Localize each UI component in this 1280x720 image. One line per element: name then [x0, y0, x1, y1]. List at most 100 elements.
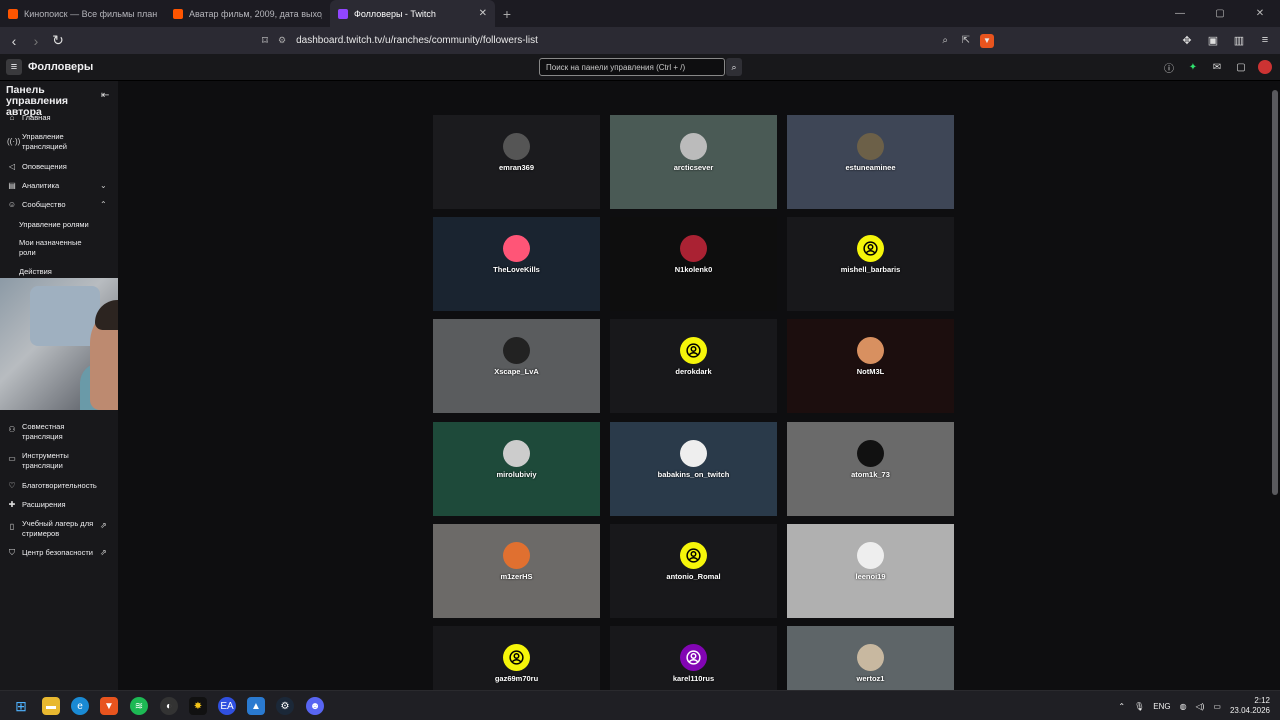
extensions-icon[interactable]: ✥ — [1178, 31, 1196, 49]
minimize-icon[interactable]: — — [1160, 0, 1200, 27]
reload-icon[interactable]: ↻ — [47, 30, 69, 52]
default-avatar-icon — [680, 644, 707, 671]
network-icon[interactable]: ◍ — [1180, 702, 1187, 711]
sidebar-item-stream-tools[interactable]: ▭ Инструменты трансляции — [0, 451, 118, 471]
user-avatar[interactable] — [1258, 60, 1272, 74]
follower-card[interactable]: antonio_Romal — [610, 524, 777, 618]
sidebar-item-charity[interactable]: ♡ Благотворительность — [0, 481, 118, 491]
brave-icon[interactable]: ▼ — [100, 697, 118, 715]
help-icon[interactable]: ⓘ — [1162, 60, 1176, 75]
browser-tab[interactable]: Кинопоиск — Все фильмы планеты — [0, 0, 165, 27]
bookmark-icon[interactable]: ⌑ — [254, 29, 276, 51]
chevron-up-icon: ⌃ — [100, 200, 107, 209]
sidebar-item-collab[interactable]: ⚇ Совместная трансляция — [0, 422, 118, 442]
battery-icon[interactable]: ▭ — [1213, 702, 1221, 711]
follower-name: antonio_Romal — [666, 572, 721, 581]
search-icon[interactable]: ⌕ — [726, 58, 742, 76]
megaphone-icon: ◁ — [8, 162, 16, 171]
shield-icon: ⛉ — [9, 548, 15, 557]
obs-icon[interactable]: ◐ — [160, 697, 178, 715]
dashboard-search-input[interactable]: Поиск на панели управления (Ctrl + /) — [539, 58, 725, 76]
follower-avatar — [503, 440, 530, 467]
site-info-icon[interactable]: ⚙ — [278, 35, 286, 46]
clock[interactable]: 2:12 23.04.2026 — [1230, 696, 1270, 716]
sidebar-item-home[interactable]: ⌂ Главная — [0, 113, 118, 123]
book-icon: ▯ — [9, 522, 15, 531]
menu-icon[interactable]: ≡ — [1256, 31, 1274, 49]
browser-tab[interactable]: Фолловеры - Twitch ✕ — [330, 0, 495, 27]
chevron-down-icon: ⌄ — [100, 181, 107, 190]
launcher-icon[interactable]: ▲ — [247, 697, 265, 715]
follower-card[interactable]: NotM3L — [787, 319, 954, 413]
brave-shield-icon[interactable]: ▼ — [980, 33, 994, 48]
tab-title: Фолловеры - Twitch — [354, 8, 436, 19]
url-field[interactable]: ⚙ dashboard.twitch.tv/u/ranches/communit… — [278, 31, 1000, 50]
follower-card[interactable]: N1kolenk0 — [610, 217, 777, 311]
follower-name: karel110rus — [672, 674, 715, 683]
follower-card[interactable]: derokdark — [610, 319, 777, 413]
sidebar-item-extensions[interactable]: ✚ Расширения — [0, 500, 118, 510]
follower-card[interactable]: gaz69m70ru — [433, 626, 600, 690]
follower-card[interactable]: karel110rus — [610, 626, 777, 690]
follower-avatar — [857, 337, 884, 364]
follower-avatar — [857, 644, 884, 671]
zoom-icon[interactable]: ⌕ — [942, 35, 948, 46]
follower-card[interactable]: mirolubiviy — [433, 422, 600, 516]
follower-card[interactable]: emran369 — [433, 115, 600, 209]
follower-card[interactable]: m1zerHS — [433, 524, 600, 618]
browser-tab[interactable]: Аватар фильм, 2009, дата выхода тр — [165, 0, 330, 27]
heart-icon: ♡ — [8, 481, 16, 490]
forward-icon[interactable]: › — [25, 30, 47, 52]
follower-name: atom1k_73 — [851, 470, 890, 479]
file-explorer-icon[interactable]: ▬ — [42, 697, 60, 715]
sidebar-subitem-roles[interactable]: Управление ролями — [19, 220, 115, 230]
sidebar-item-alerts[interactable]: ◁ Оповещения — [0, 162, 118, 172]
steam-icon[interactable]: ⚙ — [276, 697, 294, 715]
sidebar-item-stream-manager[interactable]: ((·)) Управление трансляцией — [0, 132, 118, 152]
scrollbar[interactable] — [1272, 90, 1278, 495]
discord-icon[interactable]: ☻ — [306, 697, 324, 715]
sidebar-item-analytics[interactable]: ▤ Аналитика ⌄ — [0, 181, 118, 191]
follower-card[interactable]: atom1k_73 — [787, 422, 954, 516]
ea-icon[interactable]: EA — [218, 697, 236, 715]
sidebar-subitem-activity[interactable]: Действия — [19, 267, 115, 277]
follower-card[interactable]: wertoz1 — [787, 626, 954, 690]
follower-avatar — [680, 440, 707, 467]
follower-card[interactable]: babakins_on_twitch — [610, 422, 777, 516]
bits-icon[interactable]: ✦ — [1186, 60, 1200, 74]
follower-name: babakins_on_twitch — [657, 470, 730, 479]
back-icon[interactable]: ‹ — [3, 30, 25, 52]
maximize-icon[interactable]: ▢ — [1200, 0, 1240, 27]
hamburger-menu-icon[interactable]: ≡ — [6, 59, 22, 75]
broadcast-icon: ((·)) — [7, 137, 21, 146]
language-indicator[interactable]: ENG — [1153, 702, 1170, 711]
follower-card[interactable]: Xscape_LvA — [433, 319, 600, 413]
follower-avatar — [503, 235, 530, 262]
sidebar-item-community[interactable]: ☺ Сообщество ⌃ — [0, 200, 118, 210]
follower-card[interactable]: mishell_barbaris — [787, 217, 954, 311]
follower-card[interactable]: leenoi19 — [787, 524, 954, 618]
sidebar-item-bootcamp[interactable]: ▯ Учебный лагерь для стримеров ⇗ — [0, 519, 118, 539]
sidebar-toggle-icon[interactable]: ▥ — [1230, 31, 1248, 49]
new-tab-button[interactable]: + — [495, 0, 519, 27]
close-window-icon[interactable]: ✕ — [1240, 0, 1280, 27]
spotify-icon[interactable]: ≋ — [130, 697, 148, 715]
sidebar-item-safety-center[interactable]: ⛉ Центр безопасности ⇗ — [0, 548, 118, 558]
follower-name: gaz69m70ru — [494, 674, 539, 683]
volume-icon[interactable]: ◁) — [1196, 702, 1205, 711]
edge-icon[interactable]: e — [71, 697, 89, 715]
windows-start-icon[interactable]: ⊞ — [12, 697, 30, 715]
sidebar-subitem-my-roles[interactable]: Мои назначенные роли — [19, 238, 89, 258]
follower-card[interactable]: estuneaminee — [787, 115, 954, 209]
share-icon[interactable]: ⇱ — [962, 35, 970, 46]
close-tab-icon[interactable]: ✕ — [479, 8, 487, 19]
whispers-icon[interactable]: ▢ — [1234, 60, 1248, 74]
follower-card[interactable]: TheLoveKills — [433, 217, 600, 311]
tray-overflow-icon[interactable]: ⌃ — [1118, 702, 1125, 711]
microphone-icon[interactable]: 🎙 — [1134, 702, 1144, 711]
app-star-icon[interactable]: ✸ — [189, 697, 207, 715]
inbox-icon[interactable]: ✉ — [1210, 60, 1224, 74]
follower-card[interactable]: arcticsever — [610, 115, 777, 209]
collapse-sidebar-icon[interactable]: ⇤ — [101, 90, 109, 101]
wallet-icon[interactable]: ▣ — [1204, 31, 1222, 49]
